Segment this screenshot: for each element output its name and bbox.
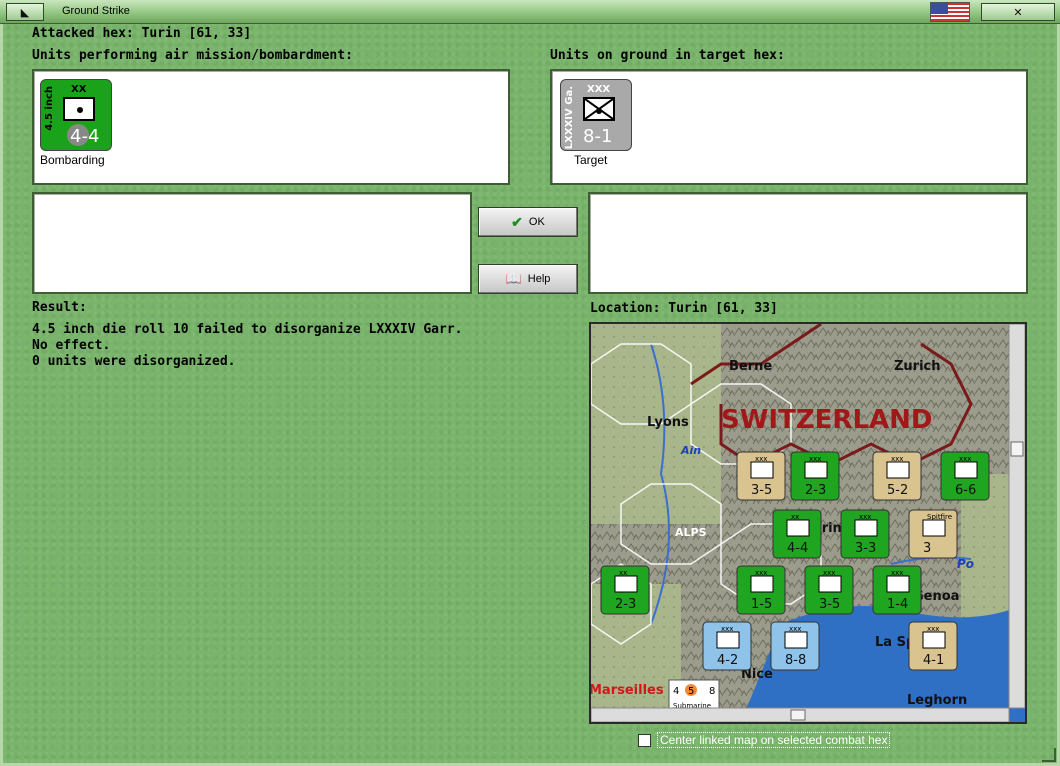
map-unit-strength: 3-5 (751, 483, 772, 498)
resize-grip-icon[interactable] (1042, 748, 1056, 762)
map-unit-size: xxx (809, 455, 821, 463)
defender-strength: 8-1 (583, 126, 613, 147)
map-unit-strength: 2-3 (805, 483, 826, 498)
map-unit-size: xxx (789, 625, 801, 633)
artillery-symbol-icon (63, 97, 95, 121)
map-unit-strength: 4-4 (787, 541, 808, 556)
map-unit-strength: 1-5 (751, 597, 772, 612)
checkmark-icon: ✔ (511, 213, 523, 230)
map-unit-size: xxx (927, 625, 939, 633)
defender-details-panel (588, 192, 1028, 294)
map-unit-size: xxx (721, 625, 733, 633)
map-unit-strength: 1-4 (887, 597, 908, 612)
svg-text:Berne: Berne (729, 359, 772, 374)
map-unit-counter[interactable]: xxx 3-3 (840, 509, 890, 559)
map-unit-strength: 3-3 (855, 541, 876, 556)
svg-text:4: 4 (673, 686, 679, 697)
svg-text:8: 8 (709, 686, 715, 697)
map-unit-counter[interactable]: Spitfire 3 (908, 509, 958, 559)
svg-text:Lyons: Lyons (647, 415, 689, 430)
svg-text:Marseilles: Marseilles (591, 683, 664, 698)
map-unit-counter[interactable]: xxx 4-2 (702, 621, 752, 671)
map-vertical-scrollbar (1008, 324, 1025, 709)
map-unit-size: xxx (755, 455, 767, 463)
map-unit-size: xx (619, 569, 627, 577)
svg-text:Po: Po (957, 557, 974, 571)
map-unit-size: xxx (959, 455, 971, 463)
svg-text:Leghorn: Leghorn (907, 693, 967, 708)
map-unit-size: xxx (823, 569, 835, 577)
ok-label: OK (528, 216, 545, 228)
attacker-counter[interactable]: 4.5 inch XX 4-4 (40, 79, 112, 151)
map-unit-strength: 3-5 (819, 597, 840, 612)
result-line: 0 units were disorganized. (32, 354, 236, 369)
result-line: No effect. (32, 338, 111, 353)
ground-units-label: Units on ground in target hex: (550, 48, 785, 63)
attacker-details-panel (32, 192, 472, 294)
map-unit-strength: 5-2 (887, 483, 908, 498)
map-unit-size: xxx (891, 455, 903, 463)
map-vertical-thumb (1010, 441, 1024, 457)
garrison-symbol-icon (583, 97, 615, 121)
minimize-icon[interactable]: ◣ (6, 3, 44, 21)
map-unit-counter[interactable]: xxx 2-3 (790, 451, 840, 501)
map-unit-strength: 3 (923, 541, 931, 556)
location-map[interactable]: SWITZERLAND Berne Zurich Lyons Ain ALPS … (589, 322, 1027, 724)
help-book-icon: 📖 (505, 271, 522, 286)
map-unit-size: xxx (891, 569, 903, 577)
air-units-panel: 4.5 inch XX 4-4 Bombarding (32, 69, 510, 185)
attacker-strength: 4-4 (70, 126, 100, 147)
map-unit-size: xx (791, 513, 799, 521)
map-unit-counter[interactable]: xxx 3-5 (736, 451, 786, 501)
map-unit-counter[interactable]: xxx 4-1 (908, 621, 958, 671)
center-linked-map-label: Center linked map on selected combat hex (657, 732, 891, 748)
help-button[interactable]: 📖 Help (478, 264, 578, 294)
attacked-hex-label: Attacked hex: Turin [61, 33] (32, 26, 252, 41)
air-units-label: Units performing air mission/bombardment… (32, 48, 353, 63)
close-button[interactable]: ✕ (981, 3, 1055, 21)
attacker-caption: Bombarding (40, 153, 105, 167)
map-unit-counter[interactable]: xxx 6-6 (940, 451, 990, 501)
map-unit-strength: 2-3 (615, 597, 636, 612)
map-unit-counter[interactable]: xxx 1-5 (736, 565, 786, 615)
map-unit-size: Spitfire (927, 513, 952, 521)
svg-text:Ain: Ain (680, 444, 701, 457)
map-unit-strength: 4-2 (717, 653, 738, 668)
svg-text:ALPS: ALPS (675, 526, 707, 539)
map-unit-counter[interactable]: xx 2-3 (600, 565, 650, 615)
window-title: Ground Strike (62, 5, 130, 17)
map-unit-counter[interactable]: xxx 3-5 (804, 565, 854, 615)
map-country-label: SWITZERLAND (721, 405, 932, 435)
result-label: Result: (32, 300, 87, 315)
attacker-name: 4.5 inch (44, 86, 55, 131)
svg-text:Zurich: Zurich (894, 359, 941, 374)
defender-name: LXXXIV Ga. (564, 86, 575, 150)
ground-units-panel: LXXXIV Ga. XXX 8-1 Target (550, 69, 1028, 185)
map-unit-counter[interactable]: xxx 1-4 (872, 565, 922, 615)
ok-button[interactable]: ✔ OK (478, 207, 578, 237)
map-unit-strength: 6-6 (955, 483, 976, 498)
map-unit-counter[interactable]: xx 4-4 (772, 509, 822, 559)
center-linked-map-checkbox[interactable] (638, 733, 651, 747)
map-canvas: SWITZERLAND Berne Zurich Lyons Ain ALPS … (591, 324, 1025, 722)
map-unit-strength: 8-8 (785, 653, 806, 668)
center-linked-map-option[interactable]: Center linked map on selected combat hex (638, 732, 891, 748)
svg-text:5: 5 (688, 686, 694, 697)
us-flag-icon (930, 2, 970, 22)
help-label: Help (527, 273, 551, 285)
result-line: 4.5 inch die roll 10 failed to disorgani… (32, 322, 463, 337)
map-horizontal-thumb (790, 709, 806, 721)
attacker-size: XX (71, 84, 87, 95)
title-bar: ◣ Ground Strike ✕ (0, 0, 1060, 24)
location-label: Location: Turin [61, 33] (590, 301, 778, 316)
map-unit-size: xxx (859, 513, 871, 521)
map-unit-size: xxx (755, 569, 767, 577)
defender-counter[interactable]: LXXXIV Ga. XXX 8-1 (560, 79, 632, 151)
map-unit-counter[interactable]: xxx 8-8 (770, 621, 820, 671)
defender-size: XXX (587, 84, 611, 95)
map-unit-strength: 4-1 (923, 653, 944, 668)
map-unit-counter[interactable]: xxx 5-2 (872, 451, 922, 501)
defender-caption: Target (574, 153, 608, 167)
